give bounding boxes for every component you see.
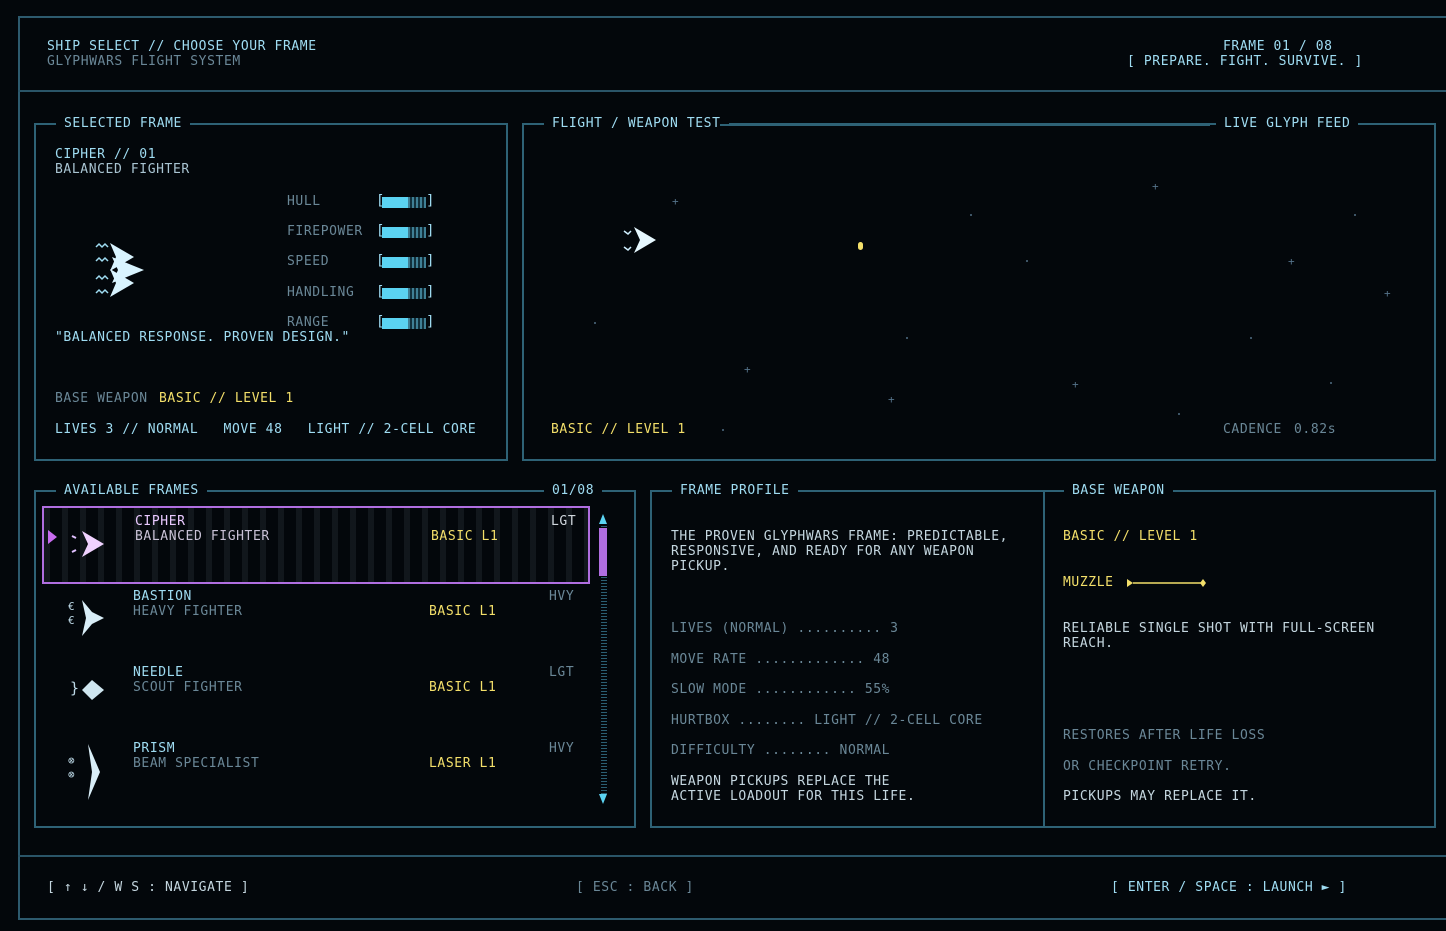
star: + [1384,287,1392,300]
frame-row-class: BALANCED FIGHTER [135,529,270,544]
frame-row-prism[interactable]: ⊗ ⊗ PRISM BEAM SPECIALIST LASER L1 HVY [42,736,590,812]
stat-label: HANDLING [287,285,355,300]
frame-row-name: CIPHER [135,514,186,529]
base-weapon-title: BASE WEAPON [1064,483,1173,499]
star: + [672,195,680,208]
frame-row-class: BEAM SPECIALIST [133,756,260,771]
needle-ship-icon [82,680,104,700]
profile-move-rate: MOVE RATE ............. 48 [671,652,891,667]
frame-row-bastion[interactable]: € € BASTION HEAVY FIGHTER BASIC L1 HVY [42,584,590,660]
frame-row-needle[interactable]: } NEEDLE SCOUT FIGHTER BASIC L1 LGT [42,660,590,736]
cipher-ship-icon [71,531,104,557]
scroll-up-icon[interactable] [599,514,607,524]
profile-description: THE PROVEN GLYPHWARS FRAME: PREDICTABLE,… [671,529,1009,574]
frame-row-weapon: LASER L1 [429,756,497,771]
weapon-name: BASIC // LEVEL 1 [1063,529,1198,544]
test-weapon-label: BASIC // LEVEL 1 [551,422,686,437]
frame-name: CIPHER // 01 [55,147,157,162]
bastion-glyph-icon: € € [68,600,76,627]
weapon-test-panel: FLIGHT / WEAPON TEST LIVE GLYPH FEED + +… [522,116,1436,461]
profile-slow-mode: SLOW MODE ............ 55% [671,682,891,697]
frames-counter: 01/08 [544,483,603,499]
frame-profile-panel: FRAME PROFILE BASE WEAPON THE PROVEN GLY… [650,483,1436,828]
muzzle-beam-icon [1127,579,1206,587]
frame-row-weight: HVY [549,589,575,604]
frame-row-name: PRISM [133,741,176,756]
cadence-label: CADENCE [1223,422,1282,437]
star: + [888,393,896,406]
selected-frame-panel: SELECTED FRAME CIPHER // 01 BALANCED FIG… [34,116,508,461]
frame-row-name: BASTION [133,589,192,604]
frame-row-name: NEEDLE [133,665,184,680]
live-feed-label: LIVE GLYPH FEED [1216,116,1359,132]
selected-frame-title: SELECTED FRAME [56,116,190,132]
stat-bar: [] [376,314,436,330]
frame-row-weight: LGT [551,514,577,529]
scroll-thumb[interactable] [599,528,607,576]
stat-label: SPEED [287,254,330,269]
available-frames-panel: AVAILABLE FRAMES 01/08 CIPHER BALANCED F… [34,483,636,828]
weapon-restore-2: OR CHECKPOINT RETRY. [1063,759,1232,774]
stat-bar: [] [376,193,436,209]
profile-note: WEAPON PICKUPS REPLACE THE ACTIVE LOADOU… [671,774,916,804]
navigate-hint[interactable]: [ ↑ ↓ / W S : NAVIGATE ] [47,880,249,895]
test-ship-icon [623,227,656,253]
prism-glyph-icon: ⊗ ⊗ [68,754,76,781]
stat-label: FIREPOWER [287,224,363,239]
frame-row-weapon: BASIC L1 [429,604,497,619]
frame-summary: LIVES 3 // NORMAL MOVE 48 LIGHT // 2-CEL… [55,422,477,437]
launch-hint[interactable]: [ ENTER / SPACE : LAUNCH ► ] [1111,880,1347,895]
prism-ship-icon [88,744,100,800]
footer-divider [18,855,1446,857]
profile-divider [1043,492,1045,826]
back-hint[interactable]: [ ESC : BACK ] [576,880,694,895]
stat-bar: [] [376,284,436,300]
base-weapon-label: BASE WEAPON [55,391,148,406]
frame-row-class: HEAVY FIGHTER [133,604,243,619]
page-title: SHIP SELECT // CHOOSE YOUR FRAME [47,39,317,54]
frame-row-cipher[interactable]: CIPHER BALANCED FIGHTER BASIC L1 LGT [42,506,590,584]
stat-label: RANGE [287,315,330,330]
weapon-restore-3: PICKUPS MAY REPLACE IT. [1063,789,1257,804]
bullet-projectile [858,242,863,250]
frame-row-weight: LGT [549,665,575,680]
page-subtitle: GLYPHWARS FLIGHT SYSTEM [47,54,241,69]
star: + [1288,255,1296,268]
scroll-down-icon[interactable] [599,794,607,804]
tagline: [ PREPARE. FIGHT. SURVIVE. ] [1127,54,1363,69]
stat-bar: [] [376,223,436,239]
frame-row-weapon: BASIC L1 [431,529,499,544]
stat-bar: [] [376,253,436,269]
frame-row-class: SCOUT FIGHTER [133,680,243,695]
weapon-test-title: FLIGHT / WEAPON TEST [544,116,729,132]
header-divider [18,90,1446,92]
frame-row-weight: HVY [549,741,575,756]
profile-difficulty: DIFFICULTY ........ NORMAL [671,743,891,758]
frame-quote: "BALANCED RESPONSE. PROVEN DESIGN." [55,330,350,345]
cipher-ship-icon [95,242,144,297]
selection-cursor-icon [48,530,57,544]
base-weapon-value: BASIC // LEVEL 1 [159,391,294,406]
cadence-value: 0.82s [1294,422,1337,437]
available-frames-title: AVAILABLE FRAMES [56,483,207,499]
profile-hurtbox: HURTBOX ........ LIGHT // 2-CELL CORE [671,713,983,728]
weapon-description: RELIABLE SINGLE SHOT WITH FULL-SCREEN RE… [1063,621,1375,651]
frames-scrollbar[interactable] [598,514,610,808]
star: + [744,363,752,376]
stat-label: HULL [287,194,321,209]
star: + [1072,378,1080,391]
frame-class: BALANCED FIGHTER [55,162,190,177]
star: + [1152,180,1160,193]
frame-counter: FRAME 01 / 08 [1223,39,1333,54]
muzzle-label: MUZZLE [1063,575,1114,590]
frame-profile-title: FRAME PROFILE [672,483,798,499]
weapon-restore-1: RESTORES AFTER LIFE LOSS [1063,728,1266,743]
profile-lives: LIVES (NORMAL) .......... 3 [671,621,899,636]
frame-row-weapon: BASIC L1 [429,680,497,695]
